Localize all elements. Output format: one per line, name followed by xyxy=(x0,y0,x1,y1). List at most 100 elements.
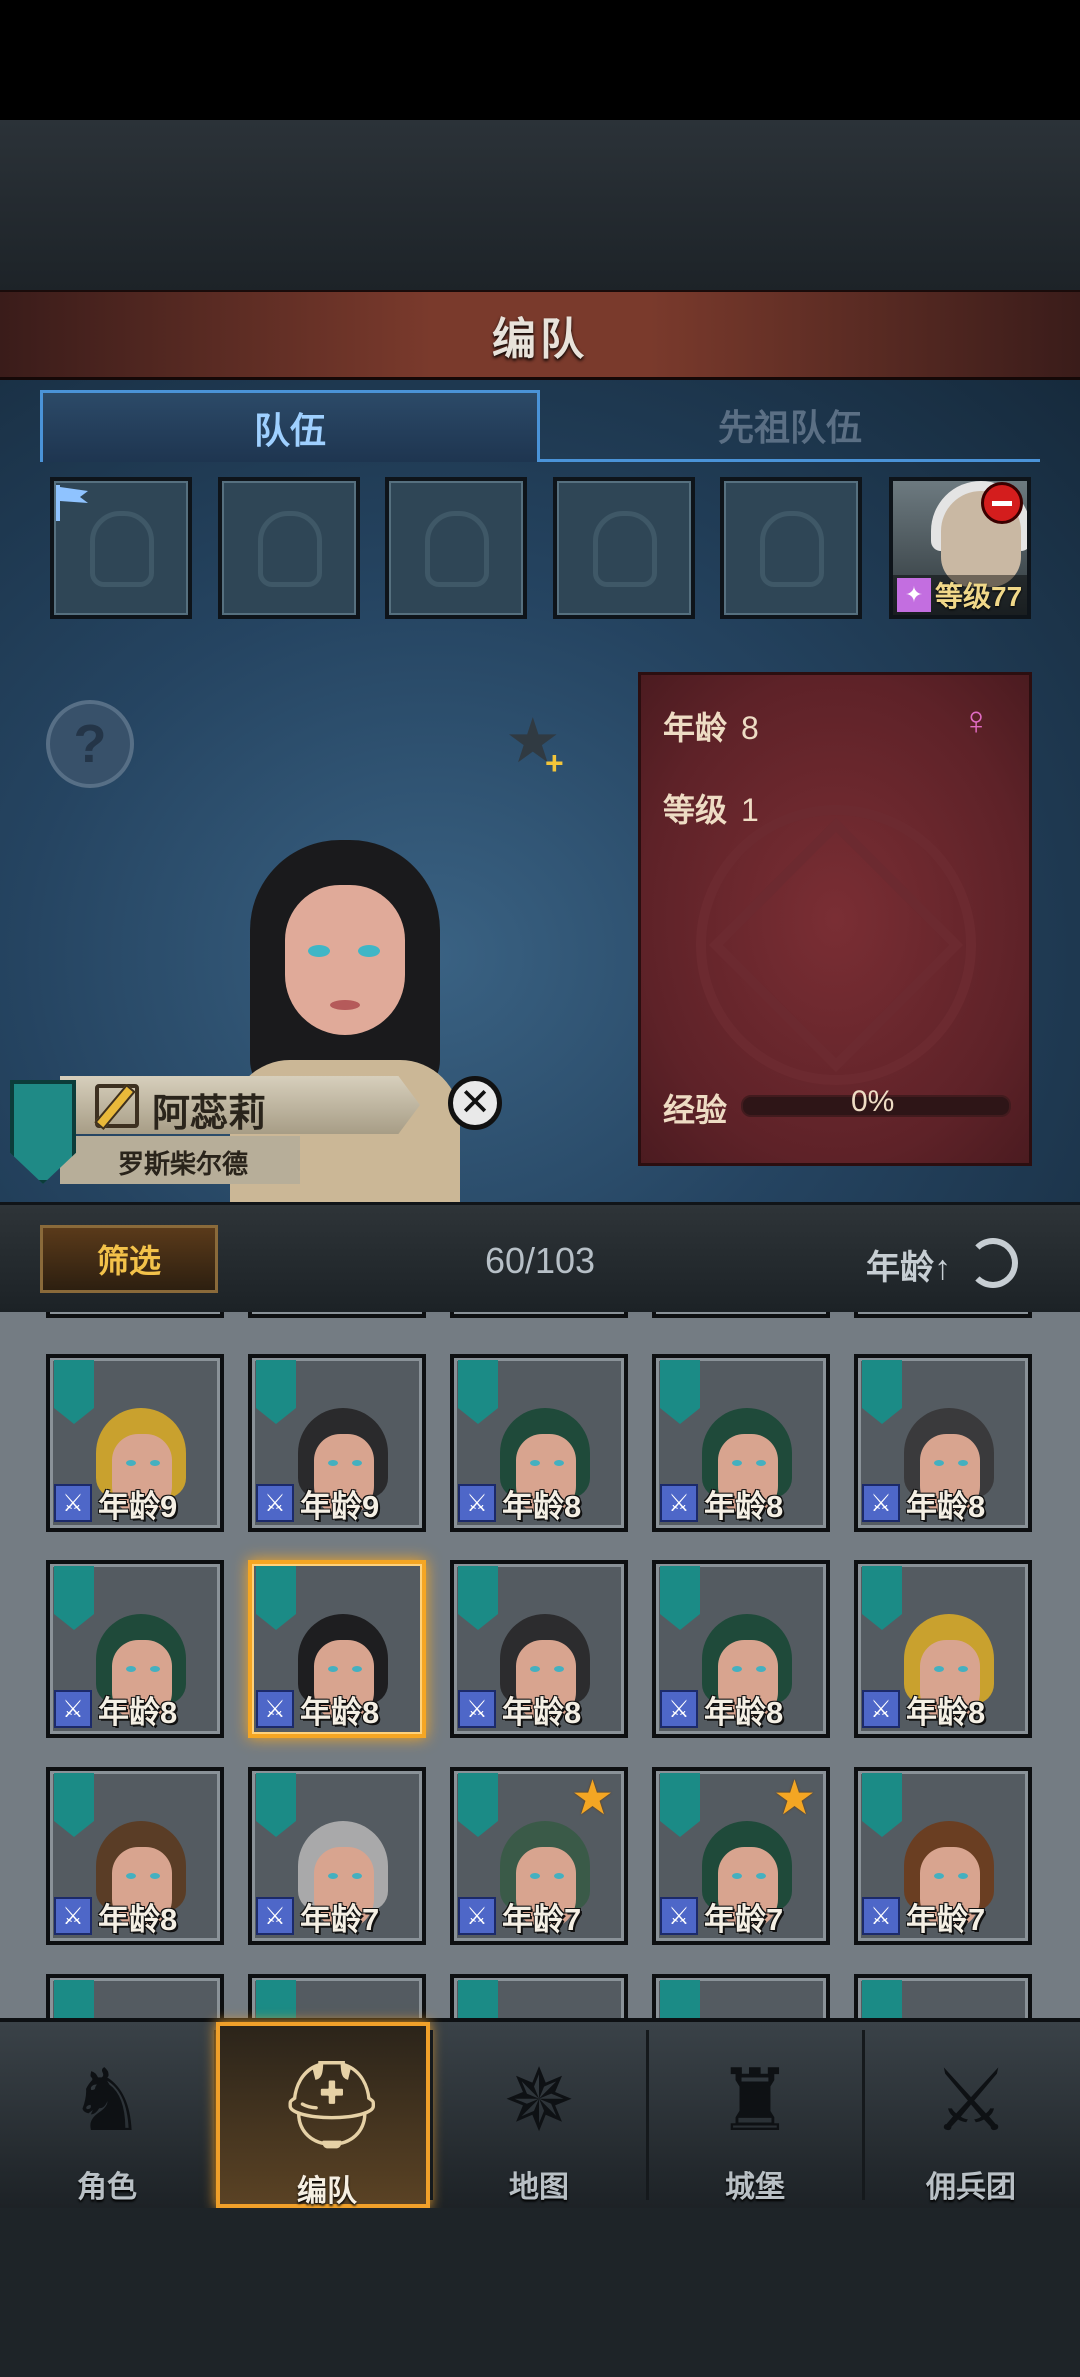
roster-card[interactable] xyxy=(450,1974,628,2020)
character-eye xyxy=(358,945,380,957)
nav-item-castle[interactable]: ♜ 城堡 xyxy=(648,2022,862,2208)
roster-card-footer: ⚔ 年龄8 xyxy=(458,1482,622,1524)
character-face xyxy=(285,885,405,1035)
edit-name-icon[interactable] xyxy=(95,1084,139,1128)
team-slot-2[interactable] xyxy=(218,477,360,619)
sword-icon: ⚔ xyxy=(54,1897,92,1935)
house-banner-icon xyxy=(54,1980,94,2020)
sword-icon: ⚔ xyxy=(660,1897,698,1935)
helmet-placeholder-icon xyxy=(258,511,322,587)
roster-age-label: 年龄8 xyxy=(704,1694,784,1730)
avatar-eye xyxy=(530,1460,540,1466)
avatar-eye xyxy=(934,1460,944,1466)
roster-card[interactable]: ⚔ 年龄8 xyxy=(248,1560,426,1738)
roster-age-label: 年龄8 xyxy=(502,1488,582,1524)
roster-card-footer: ⚔ 年龄8 xyxy=(660,1688,824,1730)
roster-card[interactable]: ★ ⚔ 年龄7 xyxy=(450,1767,628,1945)
roster-age-label: 年龄7 xyxy=(704,1901,784,1937)
filter-button[interactable]: 筛选 xyxy=(40,1225,218,1293)
roster-card[interactable] xyxy=(854,1312,1032,1318)
roster-card-footer: ⚔ 年龄7 xyxy=(862,1895,1026,1937)
helmet-placeholder-icon xyxy=(90,511,154,587)
roster-card[interactable]: ⚔ 年龄7 xyxy=(854,1767,1032,1945)
remove-icon[interactable] xyxy=(981,482,1023,524)
roster-age-label: 年龄7 xyxy=(502,1901,582,1937)
avatar-eye xyxy=(934,1873,944,1879)
roster-card[interactable]: ⚔ 年龄8 xyxy=(46,1560,224,1738)
roster-card[interactable]: ⚔ 年龄9 xyxy=(46,1354,224,1532)
nav-item-team[interactable]: ⛑ 编队 xyxy=(216,2022,430,2208)
roster-card[interactable]: ⚔ 年龄8 xyxy=(854,1560,1032,1738)
roster-card[interactable] xyxy=(248,1312,426,1318)
roster-card[interactable] xyxy=(46,1974,224,2020)
nav-item-label: 角色 xyxy=(77,2171,137,2204)
character-name-plate: 阿蕊莉 罗斯柴尔德 xyxy=(0,1070,420,1192)
roster-age-label: 年龄8 xyxy=(906,1694,986,1730)
helmet-placeholder-icon xyxy=(425,511,489,587)
roster-card[interactable] xyxy=(46,1312,224,1318)
leader-level-badge: ✦ 等级77 xyxy=(893,575,1027,615)
avatar-eye xyxy=(328,1460,338,1466)
help-icon[interactable]: ? xyxy=(46,700,134,788)
flag-icon xyxy=(56,485,88,521)
house-banner-icon xyxy=(458,1360,498,1424)
refresh-icon[interactable] xyxy=(968,1238,1018,1288)
avatar-eye xyxy=(756,1460,766,1466)
house-banner-icon xyxy=(660,1360,700,1424)
nav-item-role[interactable]: ♞ 角色 xyxy=(0,2022,214,2208)
favorite-star-icon[interactable]: ★ xyxy=(505,711,575,773)
avatar-eye xyxy=(352,1873,362,1879)
roster-card[interactable]: ⚔ 年龄8 xyxy=(450,1560,628,1738)
star-icon: ★ xyxy=(772,1772,816,1825)
roster-card[interactable] xyxy=(652,1974,830,2020)
castle-icon: ♜ xyxy=(716,2053,794,2149)
sword-icon: ⚔ xyxy=(256,1690,294,1728)
tab-ancestor-team[interactable]: 先祖队伍 xyxy=(540,390,1040,462)
stat-exp-label: 经验 xyxy=(663,1092,728,1128)
roster-card-footer: ⚔ 年龄8 xyxy=(458,1688,622,1730)
sword-icon: ⚔ xyxy=(458,1690,496,1728)
roster-card[interactable]: ⚔ 年龄8 xyxy=(652,1354,830,1532)
nav-item-map[interactable]: ✵ 地图 xyxy=(432,2022,646,2208)
roster-card[interactable]: ★ ⚔ 年龄7 xyxy=(652,1767,830,1945)
avatar-eye xyxy=(328,1873,338,1879)
sort-by-age-button[interactable]: 年龄↑ xyxy=(866,1240,951,1289)
house-banner-icon xyxy=(660,1773,700,1837)
team-slot-5[interactable] xyxy=(720,477,862,619)
stat-level-value: 1 xyxy=(741,792,759,828)
add-favorite-plus-icon: + xyxy=(545,745,564,781)
avatar-eye xyxy=(126,1666,136,1672)
house-banner-icon xyxy=(54,1360,94,1424)
roster-card[interactable]: ⚔ 年龄9 xyxy=(248,1354,426,1532)
team-slot-4[interactable] xyxy=(553,477,695,619)
roster-age-label: 年龄8 xyxy=(300,1694,380,1730)
roster-card[interactable]: ⚔ 年龄7 xyxy=(248,1767,426,1945)
avatar-eye xyxy=(756,1666,766,1672)
close-icon[interactable]: ✕ xyxy=(448,1076,502,1130)
house-banner-icon xyxy=(256,1773,296,1837)
roster-card[interactable]: ⚔ 年龄8 xyxy=(854,1354,1032,1532)
house-banner-icon xyxy=(458,1566,498,1630)
sword-icon: ⚔ xyxy=(862,1897,900,1935)
roster-age-label: 年龄8 xyxy=(906,1488,986,1524)
roster-card[interactable] xyxy=(248,1974,426,2020)
avatar-eye xyxy=(958,1873,968,1879)
house-banner-icon xyxy=(660,1980,700,2020)
team-slot-3[interactable] xyxy=(385,477,527,619)
roster-card[interactable] xyxy=(854,1974,1032,2020)
roster-card[interactable]: ⚔ 年龄8 xyxy=(652,1560,830,1738)
helmet-icon: ⛑ xyxy=(277,2057,387,2153)
tab-team[interactable]: 队伍 xyxy=(40,390,540,462)
avatar-eye xyxy=(530,1666,540,1672)
roster-card[interactable]: ⚔ 年龄8 xyxy=(450,1354,628,1532)
roster-card[interactable] xyxy=(652,1312,830,1318)
helmet-placeholder-icon xyxy=(593,511,657,587)
nav-item-mercenary[interactable]: ⚔ 佣兵团 xyxy=(864,2022,1078,2208)
roster-card[interactable] xyxy=(450,1312,628,1318)
leader-level-label: 等级77 xyxy=(935,581,1023,612)
roster-card[interactable]: ⚔ 年龄8 xyxy=(46,1767,224,1945)
stat-exp-value: 0% xyxy=(851,1085,895,1118)
avatar-eye xyxy=(126,1873,136,1879)
roster-card-footer: ⚔ 年龄7 xyxy=(660,1895,824,1937)
title-banner: 编队 xyxy=(0,290,1080,380)
